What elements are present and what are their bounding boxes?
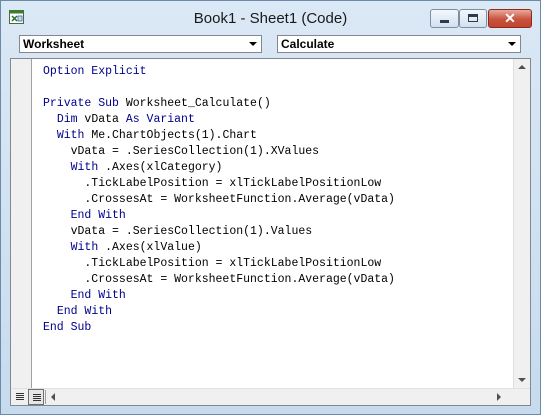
margin-indicator-bar[interactable] [11, 59, 32, 389]
code-line[interactable]: With .Axes(xlValue) [43, 240, 395, 256]
code-line[interactable]: Private Sub Worksheet_Calculate() [43, 96, 395, 112]
chevron-down-icon[interactable] [504, 36, 520, 52]
code-keyword: End With [70, 209, 126, 222]
code-line[interactable]: ​ [43, 80, 395, 96]
divider [45, 390, 46, 404]
code-text: .Axes(xlValue) [105, 241, 202, 254]
scroll-down-arrow-icon[interactable] [514, 372, 530, 389]
procedure-dropdown-value: Calculate [281, 37, 335, 51]
code-pane[interactable]: Option Explicit ​Private Sub Worksheet_Ca… [10, 58, 531, 406]
scroll-right-arrow-icon[interactable] [497, 393, 501, 401]
code-line[interactable]: vData = .SeriesCollection(1).XValues [43, 144, 395, 160]
procedure-dropdown[interactable]: Calculate [277, 35, 521, 53]
code-text: .TickLabelPosition = xlTickLabelPosition… [43, 177, 382, 190]
code-keyword: End With [70, 289, 126, 302]
object-dropdown-value: Worksheet [23, 37, 85, 51]
code-keyword: End Sub [43, 321, 92, 334]
scroll-up-arrow-icon[interactable] [514, 59, 530, 76]
code-text: Me.ChartObjects(1).Chart [91, 129, 257, 142]
code-text: .Axes(xlCategory) [105, 161, 223, 174]
code-keyword: With [56, 129, 92, 142]
code-line[interactable]: .CrossesAt = WorksheetFunction.Average(v… [43, 192, 395, 208]
full-module-view-icon [33, 394, 41, 395]
code-keyword: With [70, 161, 106, 174]
chevron-down-icon[interactable] [245, 36, 261, 52]
code-keyword: End With [56, 305, 113, 318]
code-text: vData = .SeriesCollection(1).XValues [43, 145, 320, 158]
code-line[interactable]: With .Axes(xlCategory) [43, 160, 395, 176]
code-text: vData [84, 113, 126, 126]
close-button[interactable]: ✕ [488, 9, 532, 28]
code-text: .TickLabelPosition = xlTickLabelPosition… [43, 257, 382, 270]
code-keyword: Option Explicit [43, 65, 147, 78]
full-module-view-button[interactable] [28, 389, 44, 405]
code-line[interactable]: .CrossesAt = WorksheetFunction.Average(v… [43, 272, 395, 288]
code-line[interactable]: .TickLabelPosition = xlTickLabelPosition… [43, 176, 395, 192]
object-dropdown[interactable]: Worksheet [19, 35, 262, 53]
vbe-code-window: Book1 - Sheet1 (Code) ✕ Worksheet Calcul… [0, 0, 541, 415]
code-text: .CrossesAt = WorksheetFunction.Average(v… [43, 273, 395, 286]
code-text: .CrossesAt = WorksheetFunction.Average(v… [43, 193, 395, 206]
code-keyword: Dim [56, 113, 85, 126]
code-line[interactable]: End With [43, 208, 395, 224]
procedure-view-icon [16, 393, 24, 394]
code-text: Worksheet_Calculate() [125, 97, 271, 110]
maximize-icon [468, 14, 478, 22]
minimize-button[interactable] [430, 9, 459, 28]
close-icon: ✕ [504, 10, 516, 26]
code-line[interactable]: Dim vData As Variant [43, 112, 395, 128]
vertical-scrollbar[interactable] [513, 59, 530, 389]
code-line[interactable]: End Sub [43, 320, 395, 336]
title-bar[interactable]: Book1 - Sheet1 (Code) ✕ [1, 1, 540, 32]
code-text: vData = .SeriesCollection(1).Values [43, 225, 313, 238]
code-line[interactable]: Option Explicit [43, 64, 395, 80]
code-keyword: With [70, 241, 106, 254]
minimize-icon [440, 20, 449, 23]
horizontal-scrollbar[interactable] [11, 388, 530, 405]
code-keyword: Private Sub [43, 97, 126, 110]
code-line[interactable]: .TickLabelPosition = xlTickLabelPosition… [43, 256, 395, 272]
code-editor[interactable]: Option Explicit ​Private Sub Worksheet_Ca… [43, 64, 395, 336]
procedure-view-button[interactable] [12, 389, 28, 405]
code-line[interactable]: End With [43, 288, 395, 304]
code-line[interactable]: vData = .SeriesCollection(1).Values [43, 224, 395, 240]
code-line[interactable]: With Me.ChartObjects(1).Chart [43, 128, 395, 144]
code-line[interactable]: End With [43, 304, 395, 320]
maximize-button[interactable] [459, 9, 487, 28]
scroll-left-arrow-icon[interactable] [51, 393, 55, 401]
code-keyword: As Variant [125, 113, 195, 126]
